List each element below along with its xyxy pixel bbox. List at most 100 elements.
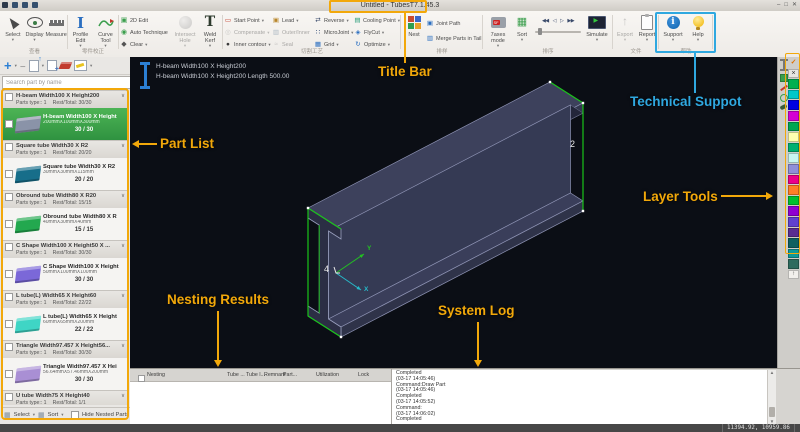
rewind-icon[interactable]: ◀◀ — [542, 18, 549, 24]
column-lock[interactable]: Lock — [358, 372, 369, 378]
chevron-down-icon[interactable] — [121, 143, 125, 149]
merge-parts-button[interactable]: Merge Parts in Tail — [426, 33, 482, 44]
2d-edit-button[interactable]: 2D Edit — [120, 15, 172, 26]
reverse-button[interactable]: Reverse — [314, 15, 354, 26]
undo-icon[interactable] — [22, 2, 28, 8]
microjoint-button[interactable]: MicroJoint — [314, 27, 354, 38]
no-color-icon[interactable] — [788, 69, 799, 79]
add-part-icon[interactable] — [4, 57, 12, 75]
chevron-down-icon[interactable] — [121, 243, 125, 249]
color-swatch[interactable] — [788, 164, 799, 174]
part-item[interactable]: Obround tube Width80 X R 40mmX30mmX40mm … — [2, 208, 127, 240]
color-swatch[interactable] — [788, 175, 799, 185]
color-swatch[interactable] — [788, 238, 799, 248]
apply-color-icon[interactable] — [788, 58, 799, 68]
joint-path-button[interactable]: Joint Path — [426, 18, 482, 29]
part-item[interactable]: Square tube Width30 X R2 30mmX30mmX115mm… — [2, 158, 127, 190]
clear-button[interactable]: Clear — [120, 39, 172, 50]
color-swatch[interactable] — [788, 79, 799, 89]
checkbox[interactable] — [5, 343, 13, 351]
checkbox[interactable] — [5, 293, 13, 301]
layer-box-icon[interactable] — [780, 74, 788, 82]
weld-kerf-button[interactable]: Weld Kerf — [198, 12, 222, 53]
sort-menu[interactable]: Sort — [48, 412, 59, 418]
part-group-header[interactable]: Obround tube Width80 X R20 Parts type:: … — [2, 190, 127, 208]
checkbox[interactable] — [5, 370, 13, 378]
checkbox[interactable] — [5, 270, 13, 278]
slider-thumb[interactable] — [538, 28, 542, 35]
edit-part-icon[interactable] — [74, 60, 87, 71]
color-swatch[interactable] — [788, 132, 799, 142]
part-group-header[interactable]: Triangle Width97.457 X Height56... Parts… — [2, 340, 127, 358]
checkbox[interactable] — [5, 93, 13, 101]
system-log-panel[interactable]: Completed(03-17 14:05:46)Command:Draw Pa… — [392, 370, 767, 425]
select-menu[interactable]: Select — [14, 412, 30, 418]
chevron-down-icon[interactable] — [121, 343, 125, 349]
draw-circle-icon[interactable] — [780, 94, 788, 102]
draw-line-icon[interactable] — [780, 85, 788, 91]
checkbox[interactable] — [5, 193, 13, 201]
step-forward-icon[interactable]: ▷ — [560, 18, 563, 24]
cooling-point-button[interactable]: Cooling Point — [354, 15, 400, 26]
chevron-down-icon[interactable] — [121, 393, 125, 399]
color-swatch[interactable] — [788, 100, 799, 110]
checkbox[interactable] — [5, 393, 13, 401]
part-item[interactable]: C Shape Width100 X Height 50mmX100mmX100… — [2, 258, 127, 290]
column-utilization[interactable]: Utilization — [316, 372, 339, 378]
column-tube-l[interactable]: Tube l... — [246, 372, 265, 378]
remove-part-icon[interactable] — [20, 57, 26, 75]
scroll-up-icon[interactable]: ▲ — [768, 370, 776, 376]
checkbox[interactable] — [5, 320, 13, 328]
flycut-button[interactable]: FlyCut — [354, 27, 400, 38]
measure-tool-icon[interactable] — [780, 59, 788, 71]
checkbox[interactable] — [5, 170, 13, 178]
fast-forward-icon[interactable]: ▶▶ — [567, 18, 574, 24]
color-swatch[interactable] — [788, 143, 799, 153]
eraser-icon[interactable] — [59, 62, 73, 69]
log-scrollbar[interactable]: ▲ ▼ — [767, 370, 776, 425]
color-swatch[interactable] — [788, 122, 799, 132]
color-swatch[interactable] — [788, 259, 799, 269]
hide-nested-checkbox[interactable] — [71, 411, 79, 419]
color-swatch[interactable] — [788, 111, 799, 121]
checkbox[interactable] — [138, 375, 145, 382]
chevron-down-icon[interactable] — [121, 93, 125, 99]
chevron-down-icon[interactable] — [121, 193, 125, 199]
checkbox[interactable] — [5, 220, 13, 228]
import-part-icon[interactable] — [29, 60, 39, 72]
color-swatch[interactable] — [788, 228, 799, 238]
close-icon[interactable]: ✕ — [792, 2, 797, 8]
maximize-icon[interactable]: □ — [784, 2, 788, 8]
nesting-table-body[interactable] — [130, 382, 391, 425]
column-part[interactable]: Part... — [283, 372, 297, 378]
part-item[interactable]: H-beam Width100 X Height 200mmX100mmX300… — [2, 108, 127, 140]
layer-up-icon[interactable] — [788, 270, 799, 280]
redo-icon[interactable] — [32, 2, 38, 8]
part-item[interactable]: L tube(L) Width65 X Height 60mmX65mmX200… — [2, 308, 127, 340]
save-icon[interactable] — [12, 2, 18, 8]
part-group-header[interactable]: Square tube Width30 X R2 Parts type:: 1R… — [2, 140, 127, 158]
color-swatch[interactable] — [788, 90, 799, 100]
part-group-header[interactable]: C Shape Width100 X Height50 X ... Parts … — [2, 240, 127, 258]
step-back-icon[interactable]: ◁ — [553, 18, 556, 24]
minimize-icon[interactable]: – — [777, 2, 780, 8]
checkbox[interactable] — [5, 243, 13, 251]
pen-tool-icon[interactable] — [779, 104, 787, 111]
checkbox[interactable] — [5, 120, 13, 128]
simulation-speed-slider[interactable] — [535, 28, 581, 35]
chevron-down-icon[interactable] — [121, 293, 125, 299]
color-swatch[interactable] — [788, 217, 799, 227]
auto-technique-button[interactable]: Auto Technique — [120, 27, 172, 38]
column-tube[interactable]: Tube ... — [227, 372, 245, 378]
column-nesting[interactable]: Nesting — [147, 372, 165, 378]
search-input[interactable] — [2, 76, 134, 89]
lead-button[interactable]: Lead — [272, 15, 314, 26]
checkbox[interactable] — [5, 143, 13, 151]
start-point-button[interactable]: Start Point — [224, 15, 272, 26]
part-group-header[interactable]: H-beam Width100 X Height200 Parts type::… — [2, 90, 127, 108]
color-swatch[interactable] — [788, 206, 799, 216]
part-group-header[interactable]: L tube(L) Width65 X Height60 Parts type:… — [2, 290, 127, 308]
new-part-icon[interactable] — [47, 60, 57, 71]
part-item[interactable]: Triangle Width97.457 X Hei 56.64mmX57.46… — [2, 358, 127, 390]
color-swatch[interactable] — [788, 196, 799, 206]
